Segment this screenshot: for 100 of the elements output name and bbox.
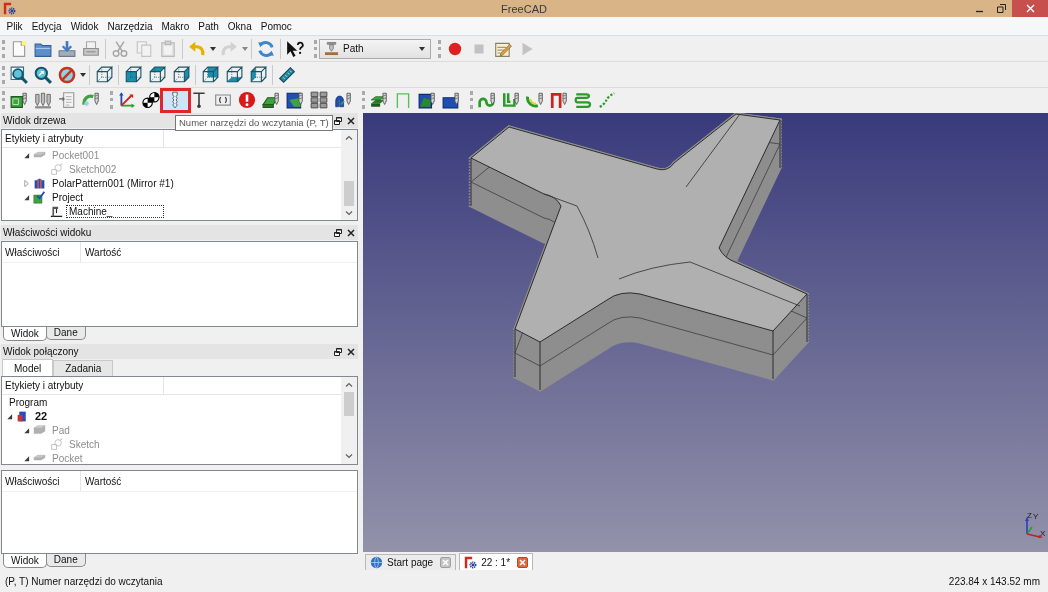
workbench-selector[interactable]: Path	[319, 38, 431, 59]
caret-icon	[419, 46, 425, 51]
undock-button[interactable]	[332, 346, 343, 357]
axis-label: X	[1040, 530, 1046, 538]
close-icon	[440, 557, 452, 568]
expanded-arrow-icon[interactable]	[23, 151, 30, 159]
panel-title: Widok połączony	[3, 346, 79, 357]
toolbar-handle[interactable]	[2, 65, 5, 84]
tab-close-button[interactable]	[440, 557, 452, 568]
axes-arrows-icon	[118, 91, 136, 109]
toolbar-handle[interactable]	[2, 91, 5, 109]
menu-item[interactable]: Makro	[156, 20, 194, 32]
tab[interactable]: Model	[2, 359, 54, 376]
expanded-arrow-icon[interactable]	[23, 454, 30, 462]
scroll-down-icon[interactable]	[345, 211, 353, 216]
magnifier-icon	[34, 65, 52, 84]
toolbar-handle[interactable]	[110, 91, 113, 109]
undock-icon	[333, 228, 342, 237]
scrollbar-thumb[interactable]	[344, 181, 354, 206]
dimensions-readout: 223.84 x 143.52 mm	[948, 575, 1040, 587]
app-logo-icon	[464, 555, 478, 569]
scroll-down-icon[interactable]	[345, 454, 353, 459]
globe-icon	[370, 556, 383, 569]
document-tab[interactable]: 22 : 1*	[459, 553, 534, 570]
parentheses-page-icon	[214, 91, 232, 109]
close-icon	[346, 116, 355, 125]
menu-item[interactable]: Okna	[223, 20, 257, 32]
magnifier-page-icon	[10, 65, 28, 84]
scissors-icon	[111, 39, 129, 58]
toolbar-button[interactable]	[308, 89, 330, 111]
menu-item[interactable]: Path	[193, 20, 224, 32]
tree-item[interactable]: Sketch	[66, 437, 103, 451]
document-tab[interactable]: Start page	[365, 554, 457, 570]
close-window-button[interactable]	[1012, 0, 1048, 17]
toolbar-handle[interactable]	[470, 91, 473, 109]
close-button[interactable]	[345, 227, 356, 238]
wavy-lines-icon	[574, 91, 592, 109]
framed-area-tool-icon	[418, 91, 436, 109]
column-header: Właściwości	[2, 471, 81, 491]
undock-button[interactable]	[332, 227, 343, 238]
expanded-arrow-icon[interactable]	[23, 193, 30, 201]
tool-bits-icon	[34, 91, 52, 109]
tree-item[interactable]: Pocket	[49, 451, 86, 465]
toolbar-handle[interactable]	[438, 39, 441, 58]
curved-band-tool-icon	[334, 91, 352, 109]
scrollbar[interactable]	[341, 130, 357, 220]
tab[interactable]: Widok	[3, 554, 47, 568]
undo-arrow-icon	[188, 39, 206, 58]
tab[interactable]: Zadania	[53, 360, 114, 376]
copy-pages-icon	[135, 39, 153, 58]
cube-front-face-icon	[124, 65, 142, 84]
expanded-arrow-icon[interactable]	[6, 412, 13, 420]
tree-item[interactable]: 22	[32, 409, 51, 423]
menu-item[interactable]: Widok	[66, 20, 103, 32]
toolbar-button[interactable]	[8, 63, 30, 86]
cursor-question-icon	[286, 39, 304, 58]
tree-item[interactable]: Program	[6, 395, 51, 409]
axis-label: Y	[1033, 513, 1039, 521]
window-title: FreeCAD	[501, 2, 547, 15]
step-shape-tool-icon	[550, 91, 568, 109]
scroll-up-icon[interactable]	[345, 135, 353, 140]
column-header: Etykiety i atrybuty	[2, 377, 164, 394]
menu-item[interactable]: Narzędzia	[102, 20, 157, 32]
tree-item[interactable]: PolarPattern001 (Mirror #1)	[49, 176, 177, 190]
close-button[interactable]	[345, 115, 356, 126]
3d-viewport[interactable]: ZY X	[363, 113, 1048, 552]
close-button[interactable]	[345, 346, 356, 357]
tree-item[interactable]: Pocket001	[49, 148, 103, 162]
toolbar-handle[interactable]	[362, 91, 365, 109]
scroll-up-icon[interactable]	[345, 382, 353, 387]
close-icon	[1025, 4, 1035, 13]
undock-icon	[333, 347, 342, 356]
bracket-line-icon	[394, 91, 412, 109]
tab[interactable]: Dane	[45, 554, 86, 567]
tree-item[interactable]: Machine_	[66, 204, 164, 218]
redo-arrow-icon	[220, 39, 238, 58]
caret-icon	[210, 46, 216, 51]
caret-icon	[242, 46, 248, 51]
expanded-arrow-icon[interactable]	[23, 426, 30, 434]
close-icon	[346, 228, 355, 237]
stacked-layers-tool-icon	[370, 91, 388, 109]
tab[interactable]: Dane	[45, 327, 86, 340]
dashed-curve-icon	[598, 91, 616, 109]
scrollbar-thumb[interactable]	[344, 392, 354, 416]
toolbar-handle[interactable]	[2, 39, 5, 58]
cube-bottom-face-icon	[225, 65, 243, 84]
menu-item[interactable]: Plik	[2, 20, 28, 32]
face-tool-icon	[262, 91, 280, 109]
menu-item[interactable]: Edycja	[27, 20, 67, 32]
tree-item[interactable]: Sketch002	[66, 162, 120, 176]
panel-title: Widok drzewa	[3, 115, 66, 126]
tree-item[interactable]: Project	[49, 190, 87, 204]
column-header: Wartość	[84, 245, 122, 260]
cube-right-face-icon	[172, 65, 190, 84]
tab-close-button[interactable]	[517, 556, 529, 568]
scrollbar[interactable]	[341, 377, 357, 464]
menu-item[interactable]: Pomoc	[256, 20, 297, 32]
tab[interactable]: Widok	[3, 327, 47, 341]
square-tool-icon	[442, 91, 460, 109]
wire-cube-icon	[95, 65, 113, 84]
